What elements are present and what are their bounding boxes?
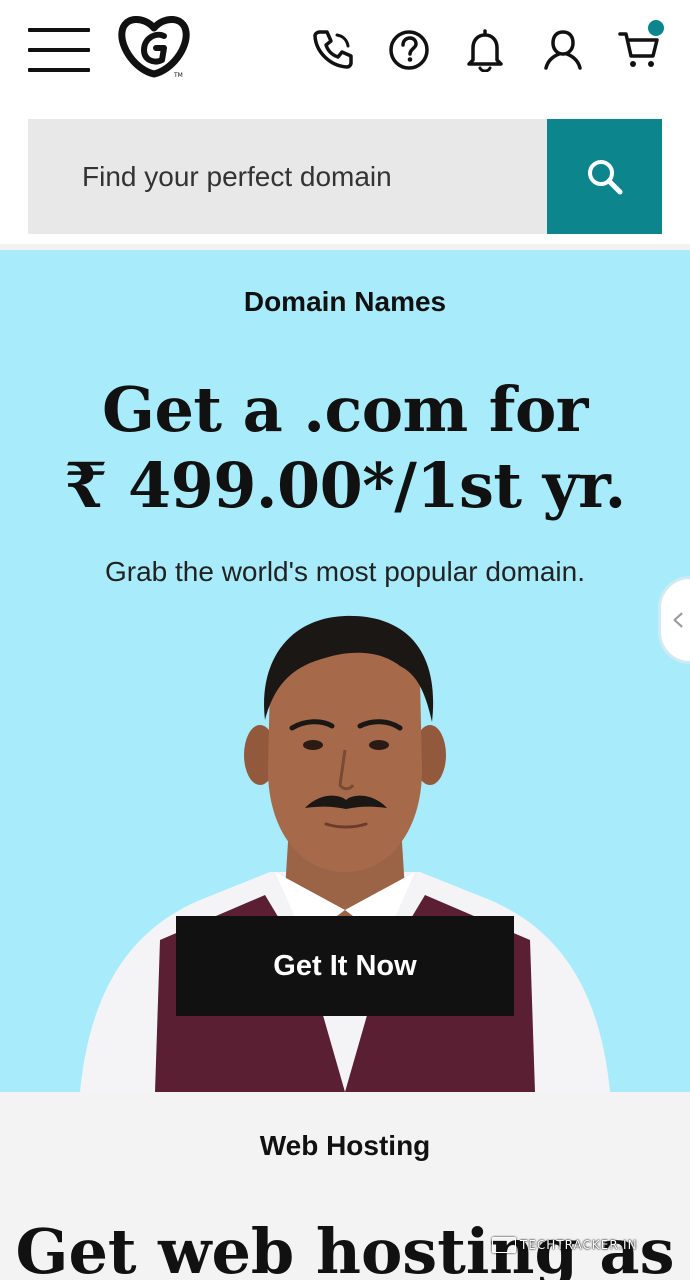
headline-line-1: Get a .com for xyxy=(102,373,588,446)
search-button[interactable] xyxy=(547,119,662,234)
hero-eyebrow: Domain Names xyxy=(243,286,447,317)
watermark-text: TECHTRACKER.IN xyxy=(520,1238,638,1252)
phone-icon[interactable] xyxy=(310,26,356,72)
cart-icon[interactable] xyxy=(616,20,664,72)
top-navigation-bar: TM xyxy=(0,0,690,100)
hosting-eyebrow: Web Hosting xyxy=(259,1130,431,1161)
cart-notification-badge xyxy=(648,20,664,36)
chevron-left-icon xyxy=(673,612,683,628)
domain-promo-hero: Domain Names Get a .com for ₹ 499.00*/1s… xyxy=(0,250,690,1092)
site-watermark: TECHTRACKER.IN xyxy=(492,1234,638,1256)
hero-headline: Get a .com for ₹ 499.00*/1st yr. xyxy=(0,372,690,524)
menu-line xyxy=(28,68,90,72)
hero-subtext: Grab the world's most popular domain. xyxy=(104,556,586,587)
headline-line-2: ₹ 499.00*/1st yr. xyxy=(64,449,626,522)
menu-icon[interactable] xyxy=(28,28,90,72)
domain-search-input[interactable] xyxy=(28,119,547,234)
svg-text:TM: TM xyxy=(173,72,183,78)
watermark-icon xyxy=(492,1237,516,1253)
help-icon[interactable] xyxy=(386,26,432,72)
get-it-now-button[interactable]: Get It Now xyxy=(176,916,514,1016)
account-icon[interactable] xyxy=(540,26,586,72)
menu-line xyxy=(28,28,90,32)
bell-icon[interactable] xyxy=(462,26,508,72)
search-icon xyxy=(587,159,622,194)
side-drawer-tab[interactable] xyxy=(658,576,690,664)
godaddy-logo[interactable]: TM xyxy=(118,14,190,79)
spokesperson-image xyxy=(80,615,610,1092)
domain-search-bar xyxy=(0,100,690,246)
menu-line xyxy=(28,48,90,52)
